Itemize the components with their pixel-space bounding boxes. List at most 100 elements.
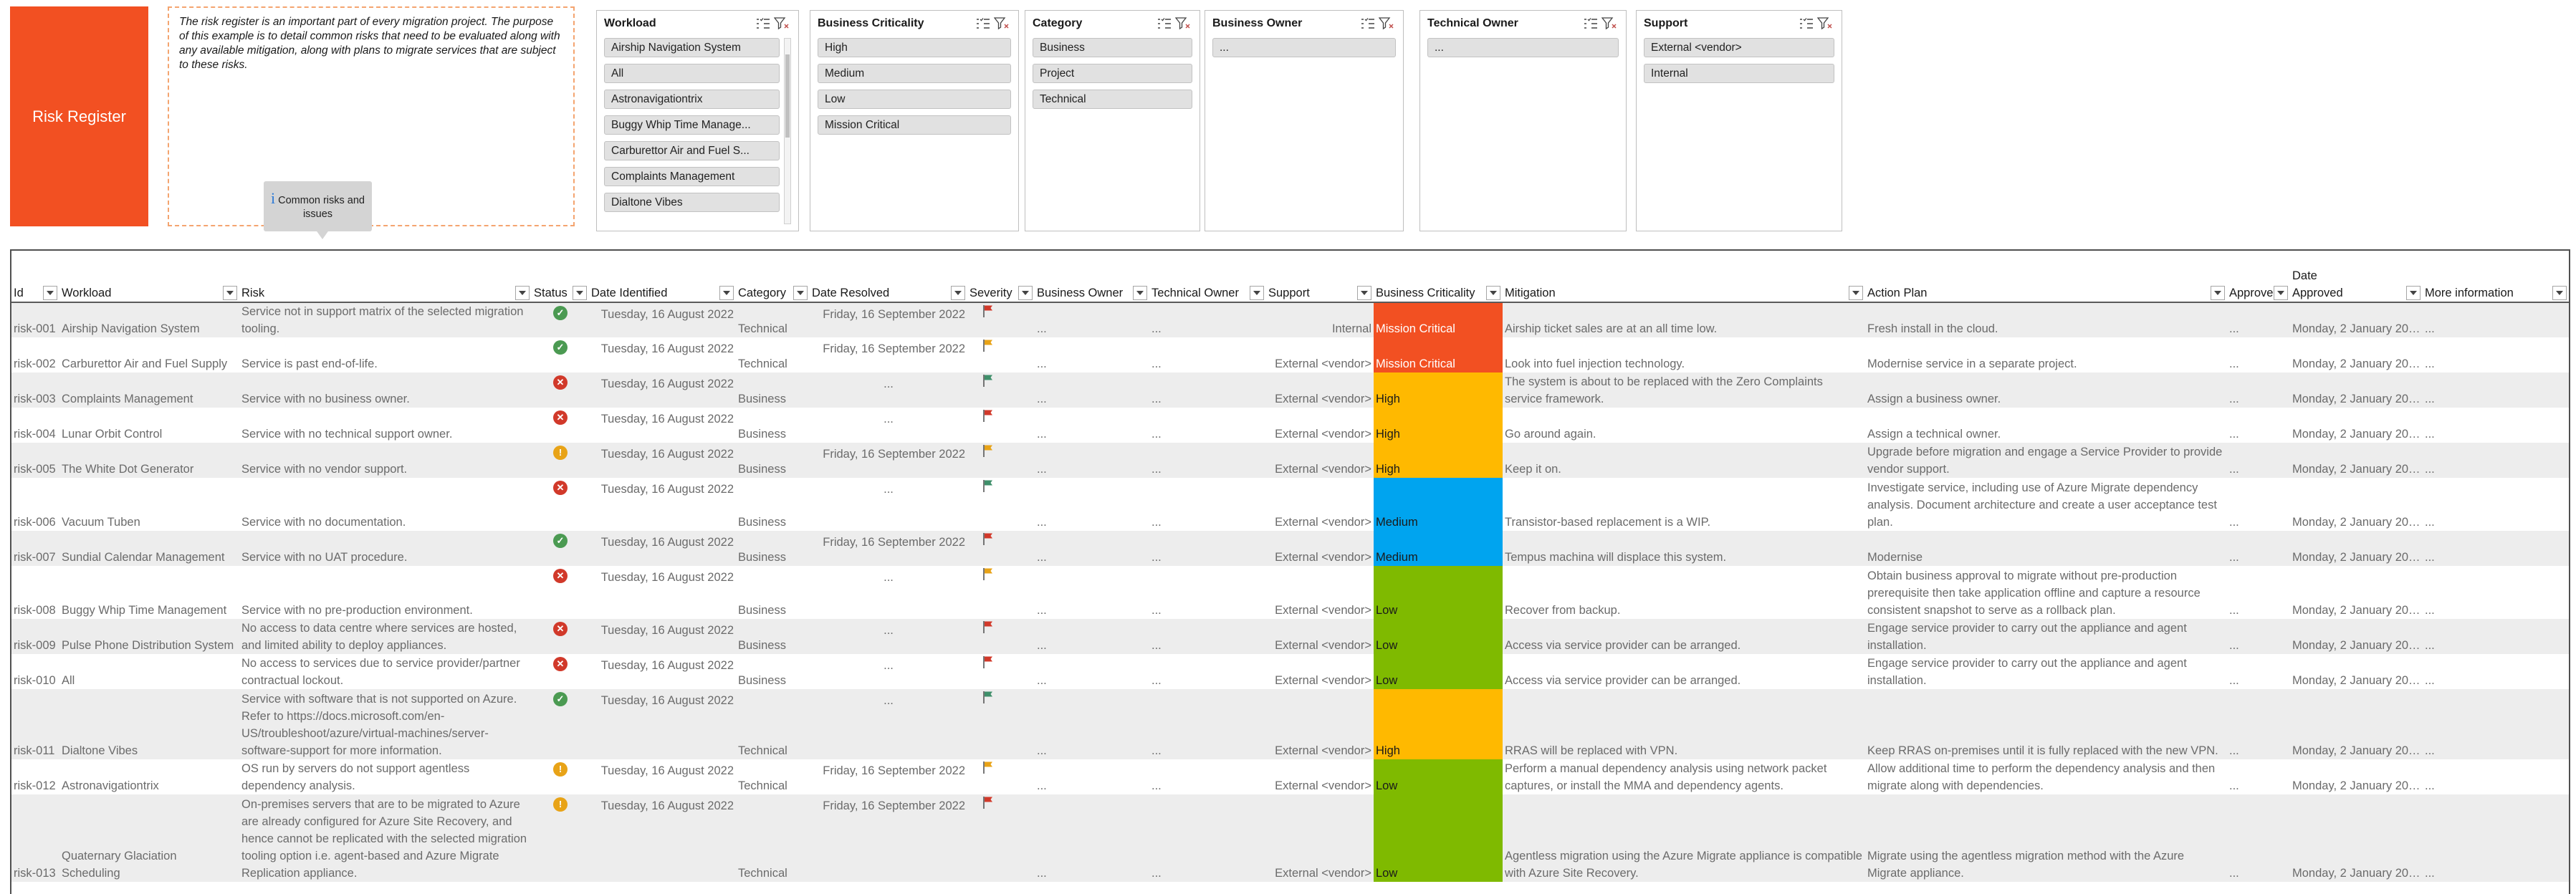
cell-date-identified[interactable]: Tuesday, 16 August 2022	[589, 302, 736, 337]
column-header[interactable]: Business Owner	[1035, 251, 1149, 303]
filter-dropdown-icon[interactable]	[43, 286, 57, 300]
cell-business-owner[interactable]: ...	[1035, 337, 1149, 372]
multi-select-icon[interactable]	[1797, 16, 1816, 32]
cell-date-identified[interactable]: Tuesday, 16 August 2022	[589, 408, 736, 443]
filter-dropdown-icon[interactable]	[515, 286, 530, 300]
cell-category[interactable]: Business	[736, 619, 810, 654]
cell-category[interactable]: Business	[736, 443, 810, 478]
cell-business-owner[interactable]: ...	[1035, 619, 1149, 654]
table-row[interactable]: risk-002 Carburettor Air and Fuel Supply S…	[11, 337, 2569, 372]
clear-filter-icon[interactable]	[1174, 16, 1192, 32]
cell-business-criticality[interactable]: Low	[1374, 759, 1503, 794]
cell-support[interactable]: External <vendor>	[1266, 759, 1374, 794]
cell-business-owner[interactable]: ...	[1035, 408, 1149, 443]
column-header[interactable]: Severity	[967, 251, 1035, 303]
table-row[interactable]: risk-012 Astronavigationtrix OS run by ser…	[11, 759, 2569, 794]
cell-more-information[interactable]: ...	[2423, 372, 2569, 408]
cell-business-criticality[interactable]: High	[1374, 372, 1503, 408]
cell-status[interactable]: ✓	[532, 337, 589, 372]
cell-severity[interactable]	[967, 337, 1035, 372]
cell-action-plan[interactable]: Obtain business approval to migrate with…	[1865, 566, 2227, 619]
cell-approver[interactable]: ...	[2227, 372, 2290, 408]
cell-business-criticality[interactable]: Low	[1374, 619, 1503, 654]
cell-category[interactable]: Technical	[736, 794, 810, 882]
cell-risk[interactable]: Service with no pre-production environme…	[239, 566, 532, 619]
cell-risk[interactable]: Service with software that is not suppor…	[239, 689, 532, 759]
cell-workload[interactable]: Vacuum Tuben	[59, 478, 239, 531]
slicer-item[interactable]: All	[604, 64, 780, 83]
cell-approver[interactable]: ...	[2227, 689, 2290, 759]
filter-dropdown-icon[interactable]	[2274, 286, 2288, 300]
cell-approver[interactable]: ...	[2227, 302, 2290, 337]
column-header[interactable]: Id	[11, 251, 59, 303]
scrollbar-thumb[interactable]	[785, 54, 790, 138]
cell-severity[interactable]	[967, 689, 1035, 759]
cell-id[interactable]: risk-013	[11, 794, 59, 882]
cell-date-approved[interactable]: Monday, 2 January 2023	[2290, 566, 2423, 619]
cell-status[interactable]: ✓	[532, 689, 589, 759]
cell-date-resolved[interactable]: Friday, 16 September 2022	[810, 337, 967, 372]
cell-date-approved[interactable]: Monday, 2 January 2023	[2290, 654, 2423, 689]
cell-mitigation[interactable]: The system is about to be replaced with …	[1503, 372, 1865, 408]
table-row[interactable]: risk-010 All No access to services due to …	[11, 654, 2569, 689]
multi-select-icon[interactable]	[1581, 16, 1600, 32]
multi-select-icon[interactable]	[754, 16, 772, 32]
clear-filter-icon[interactable]	[992, 16, 1011, 32]
slicer-item[interactable]: Project	[1033, 64, 1192, 83]
cell-business-owner[interactable]: ...	[1035, 794, 1149, 882]
cell-date-identified[interactable]: Tuesday, 16 August 2022	[589, 654, 736, 689]
cell-date-resolved[interactable]: ...	[810, 372, 967, 408]
cell-workload[interactable]: Carburettor Air and Fuel Supply	[59, 337, 239, 372]
cell-approver[interactable]: ...	[2227, 654, 2290, 689]
cell-mitigation[interactable]: Look into fuel injection technology.	[1503, 337, 1865, 372]
cell-mitigation[interactable]: Go around again.	[1503, 408, 1865, 443]
cell-date-approved[interactable]: Monday, 2 January 2023	[2290, 619, 2423, 654]
cell-workload[interactable]: Dialtone Vibes	[59, 689, 239, 759]
cell-category[interactable]: Business	[736, 654, 810, 689]
clear-filter-icon[interactable]	[1600, 16, 1619, 32]
cell-status[interactable]: ✕	[532, 654, 589, 689]
cell-business-criticality[interactable]: High	[1374, 689, 1503, 759]
cell-severity[interactable]	[967, 759, 1035, 794]
column-header[interactable]: Mitigation	[1503, 251, 1865, 303]
cell-date-approved[interactable]: Monday, 2 January 2023	[2290, 443, 2423, 478]
cell-mitigation[interactable]: RRAS will be replaced with VPN.	[1503, 689, 1865, 759]
cell-date-identified[interactable]: Tuesday, 16 August 2022	[589, 566, 736, 619]
slicer-item[interactable]: Technical	[1033, 90, 1192, 109]
filter-dropdown-icon[interactable]	[1018, 286, 1033, 300]
filter-dropdown-icon[interactable]	[951, 286, 965, 300]
cell-date-resolved[interactable]: Friday, 16 September 2022	[810, 531, 967, 566]
cell-category[interactable]: Technical	[736, 302, 810, 337]
cell-date-identified[interactable]: Tuesday, 16 August 2022	[589, 372, 736, 408]
cell-severity[interactable]	[967, 443, 1035, 478]
cell-severity[interactable]	[967, 619, 1035, 654]
cell-date-identified[interactable]: Tuesday, 16 August 2022	[589, 478, 736, 531]
cell-date-approved[interactable]: Monday, 2 January 2023	[2290, 337, 2423, 372]
cell-action-plan[interactable]: Assign a technical owner.	[1865, 408, 2227, 443]
cell-severity[interactable]	[967, 302, 1035, 337]
cell-date-identified[interactable]: Tuesday, 16 August 2022	[589, 759, 736, 794]
cell-business-criticality[interactable]: Mission Critical	[1374, 337, 1503, 372]
cell-date-identified[interactable]: Tuesday, 16 August 2022	[589, 531, 736, 566]
cell-status[interactable]: ✕	[532, 372, 589, 408]
column-header[interactable]: Support	[1266, 251, 1374, 303]
cell-more-information[interactable]: ...	[2423, 654, 2569, 689]
cell-severity[interactable]	[967, 408, 1035, 443]
cell-workload[interactable]: All	[59, 654, 239, 689]
cell-business-criticality[interactable]: High	[1374, 408, 1503, 443]
cell-technical-owner[interactable]: ...	[1149, 531, 1266, 566]
cell-business-criticality[interactable]: Low	[1374, 654, 1503, 689]
slicer-item[interactable]: High	[818, 38, 1011, 57]
cell-action-plan[interactable]: Engage service provider to carry out the…	[1865, 619, 2227, 654]
cell-approver[interactable]: ...	[2227, 478, 2290, 531]
cell-business-owner[interactable]: ...	[1035, 689, 1149, 759]
cell-more-information[interactable]: ...	[2423, 689, 2569, 759]
cell-date-resolved[interactable]: Friday, 16 September 2022	[810, 759, 967, 794]
cell-support[interactable]: External <vendor>	[1266, 337, 1374, 372]
cell-mitigation[interactable]: Perform a manual dependency analysis usi…	[1503, 759, 1865, 794]
cell-date-resolved[interactable]: ...	[810, 654, 967, 689]
cell-date-approved[interactable]: Monday, 2 January 2023	[2290, 531, 2423, 566]
cell-date-resolved[interactable]: ...	[810, 566, 967, 619]
cell-risk[interactable]: Service with no business owner.	[239, 372, 532, 408]
column-header[interactable]: Workload	[59, 251, 239, 303]
